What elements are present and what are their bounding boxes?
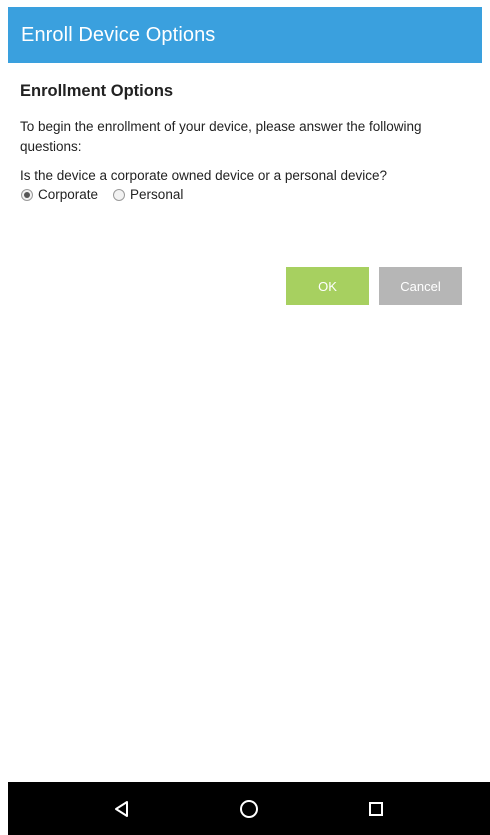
radio-label-corporate: Corporate [38,187,99,202]
radio-personal[interactable] [113,188,126,201]
nav-recents-button[interactable] [356,789,396,829]
ownership-radio-group: Corporate Personal [21,187,476,202]
radio-corporate[interactable] [21,188,33,201]
nav-back-button[interactable] [102,789,142,829]
section-title: Enrollment Options [20,82,174,100]
ok-button[interactable]: OK [286,267,369,305]
intro-text: To begin the enrollment of your device, … [20,119,422,154]
radio-option-personal[interactable]: Personal [113,187,183,202]
ownership-question: Is the device a corporate owned device o… [20,168,387,183]
system-nav-bar [8,782,490,835]
recents-square-icon [369,801,384,816]
enrollment-options-panel: Enrollment Options To begin the enrollme… [20,82,476,202]
nav-home-button[interactable] [229,789,269,829]
app-title: Enroll Device Options [21,23,216,46]
cancel-button[interactable]: Cancel [379,267,462,305]
back-triangle-icon [114,800,128,817]
home-circle-icon [239,799,258,818]
radio-option-corporate[interactable]: Corporate [21,187,98,202]
app-bar: Enroll Device Options [8,7,482,63]
radio-label-personal: Personal [130,187,184,202]
